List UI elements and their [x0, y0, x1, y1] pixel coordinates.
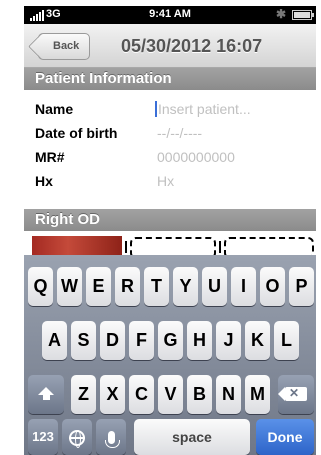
key-j[interactable]: J [216, 321, 241, 360]
dob-field[interactable]: --/--/---- [157, 125, 202, 141]
globe-icon [69, 430, 85, 448]
space-key[interactable]: space [134, 419, 250, 455]
text-cursor [155, 101, 157, 117]
section-header-patient-information: Patient Information [24, 68, 316, 90]
key-g[interactable]: G [158, 321, 183, 360]
page-title: 05/30/2012 16:07 [121, 36, 263, 56]
key-b[interactable]: B [187, 375, 212, 414]
navigation-bar: Back 05/30/2012 16:07 [24, 24, 316, 68]
key-d[interactable]: D [100, 321, 125, 360]
key-w[interactable]: W [57, 267, 82, 306]
status-bar: 3G 9:41 AM ✱ [24, 6, 316, 24]
empty-photo-slot[interactable] [130, 237, 216, 255]
divider [219, 241, 221, 253]
eye-photo-thumbnail[interactable] [32, 236, 122, 255]
key-e[interactable]: E [86, 267, 111, 306]
right-od-images [24, 231, 316, 255]
key-p[interactable]: P [289, 267, 314, 306]
dob-label: Date of birth [35, 125, 118, 141]
on-screen-keyboard: Q W E R T Y U I O P A S D F G H J K L Z … [24, 255, 316, 455]
shift-icon [38, 387, 54, 395]
battery-icon [292, 10, 314, 20]
back-button[interactable]: Back [38, 33, 91, 60]
numbers-key[interactable]: 123 [28, 419, 58, 455]
shift-key[interactable] [28, 375, 64, 414]
key-v[interactable]: V [158, 375, 183, 414]
key-o[interactable]: O [260, 267, 285, 306]
bluetooth-icon: ✱ [275, 7, 286, 21]
dictation-key[interactable] [96, 419, 126, 455]
name-label: Name [35, 101, 74, 117]
phone-screen: 3G 9:41 AM ✱ Back 05/30/2012 16:07 Patie… [0, 0, 321, 455]
delete-key[interactable]: ✕ [278, 375, 314, 414]
hx-row[interactable]: Hx Hx [24, 170, 316, 192]
divider [125, 241, 127, 253]
mr-label: MR# [35, 149, 65, 165]
key-n[interactable]: N [216, 375, 241, 414]
key-q[interactable]: Q [28, 267, 53, 306]
key-i[interactable]: I [231, 267, 256, 306]
hx-field[interactable]: Hx [157, 173, 174, 189]
key-r[interactable]: R [115, 267, 140, 306]
microphone-icon [104, 431, 120, 448]
back-button-label: Back [53, 40, 80, 52]
key-f[interactable]: F [129, 321, 154, 360]
empty-photo-slot[interactable] [224, 237, 314, 255]
key-c[interactable]: C [129, 375, 154, 414]
key-x[interactable]: X [100, 375, 125, 414]
mr-row[interactable]: MR# 0000000000 [24, 146, 316, 168]
hx-label: Hx [35, 173, 53, 189]
key-u[interactable]: U [202, 267, 227, 306]
patient-form: Name Insert patient... Date of birth --/… [24, 90, 316, 209]
key-m[interactable]: M [245, 375, 270, 414]
key-t[interactable]: T [144, 267, 169, 306]
key-a[interactable]: A [42, 321, 67, 360]
key-l[interactable]: L [274, 321, 299, 360]
mr-field[interactable]: 0000000000 [157, 149, 235, 165]
key-k[interactable]: K [245, 321, 270, 360]
done-key[interactable]: Done [256, 419, 314, 455]
status-time: 9:41 AM [149, 8, 191, 20]
section-header-right-od: Right OD [24, 209, 316, 231]
globe-key[interactable] [62, 419, 92, 455]
dob-row[interactable]: Date of birth --/--/---- [24, 122, 316, 144]
key-h[interactable]: H [187, 321, 212, 360]
key-y[interactable]: Y [173, 267, 198, 306]
delete-icon: ✕ [278, 386, 307, 401]
name-field[interactable]: Insert patient... [158, 101, 251, 117]
key-s[interactable]: S [71, 321, 96, 360]
key-z[interactable]: Z [71, 375, 96, 414]
name-row[interactable]: Name Insert patient... [24, 98, 316, 120]
